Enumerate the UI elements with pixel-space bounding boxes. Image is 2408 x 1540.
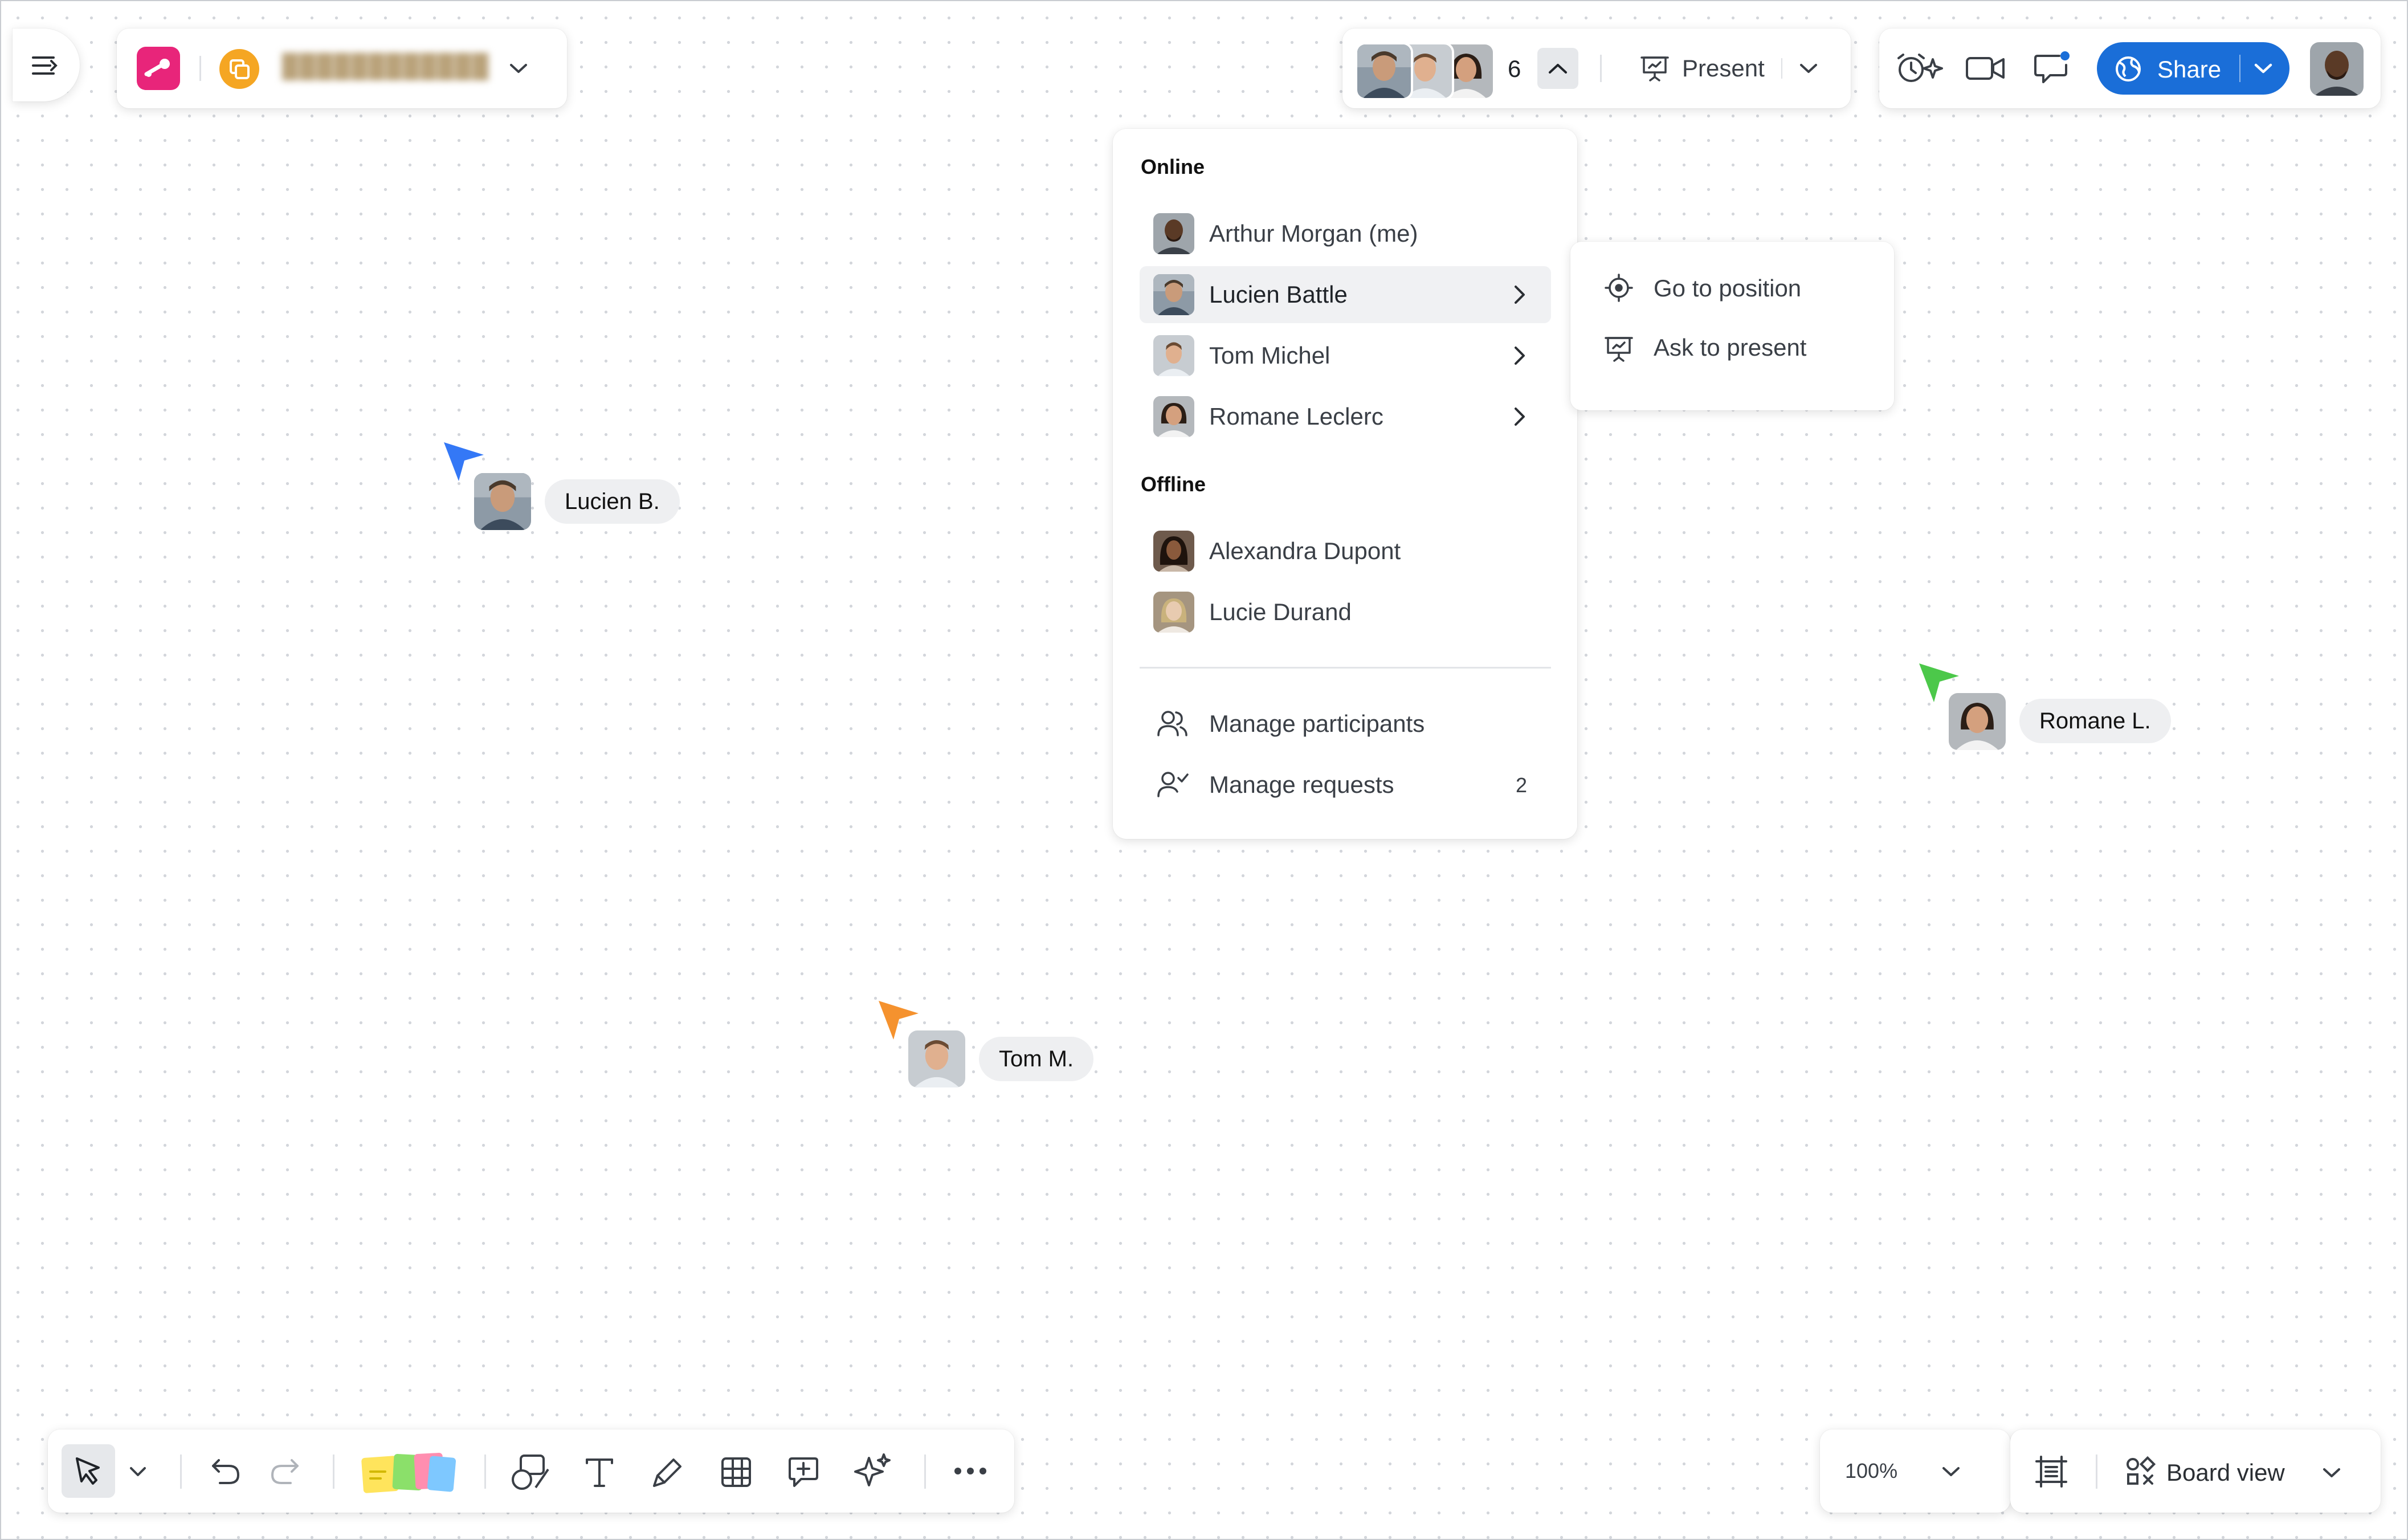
workspace-icon[interactable] [219, 49, 259, 89]
select-tool-chevron-icon[interactable] [126, 1460, 149, 1483]
manage-participants-item[interactable]: Manage participants [1140, 695, 1551, 752]
toolbar-divider [333, 1455, 334, 1489]
avatar [1153, 396, 1194, 437]
offline-section-title: Offline [1141, 472, 1206, 496]
participant-item-alexandra[interactable]: Alexandra Dupont [1140, 523, 1551, 580]
cursor-avatar-lucien [474, 473, 531, 530]
zoom-level[interactable]: 100% [1845, 1459, 1897, 1483]
requests-count-badge: 2 [1516, 773, 1528, 797]
my-profile-avatar[interactable] [2310, 42, 2364, 96]
actions-panel: Share [1879, 28, 2381, 108]
more-icon[interactable] [953, 1458, 988, 1484]
app-logo-icon[interactable] [137, 47, 180, 90]
go-to-position-item[interactable]: Go to position [1582, 259, 1883, 316]
present-divider [1781, 58, 1782, 79]
toolbar-divider [924, 1455, 926, 1489]
pen-tool-icon[interactable] [650, 1452, 686, 1492]
cursor-label-tom: Tom M. [979, 1037, 1094, 1081]
participants-collapse-chevron-icon[interactable] [1537, 48, 1578, 89]
toolbar-divider [484, 1455, 486, 1489]
collab-panel: 6 Present [1342, 28, 1851, 108]
zoom-panel: 100% [1820, 1429, 2010, 1513]
sidebar-toggle-panel[interactable] [13, 28, 80, 101]
board-view-label: Board view [2166, 1459, 2285, 1486]
select-tool-icon[interactable] [62, 1444, 115, 1498]
ask-to-present-label: Ask to present [1654, 334, 1807, 361]
timer-ai-icon[interactable] [1895, 51, 1946, 85]
toolbar-divider [180, 1455, 182, 1489]
board-title-panel: ████████████ [117, 28, 567, 108]
participant-submenu: Go to position Ask to present [1570, 242, 1894, 410]
ai-sparkle-icon[interactable] [852, 1451, 892, 1492]
view-divider [2096, 1455, 2097, 1489]
shapes-tool-icon[interactable] [509, 1452, 553, 1492]
zoom-chevron-icon[interactable] [1940, 1460, 1962, 1483]
board-title-blurred[interactable]: ████████████ [282, 54, 489, 79]
participant-name: Arthur Morgan (me) [1209, 220, 1418, 247]
collab-divider [1600, 55, 1602, 82]
present-icon [1603, 335, 1634, 364]
cursor-label-lucien: Lucien B. [545, 479, 680, 524]
share-label: Share [2157, 56, 2222, 83]
manage-requests-label: Manage requests [1209, 771, 1394, 798]
present-button[interactable]: Present [1682, 55, 1765, 82]
participant-item-arthur[interactable]: Arthur Morgan (me) [1140, 205, 1551, 262]
globe-icon [2114, 55, 2142, 83]
participant-name: Lucie Durand [1209, 598, 1352, 625]
text-tool-icon[interactable] [581, 1452, 618, 1492]
share-options-chevron-icon[interactable] [2252, 58, 2275, 79]
participant-item-romane[interactable]: Romane Leclerc [1140, 388, 1551, 445]
participant-name: Tom Michel [1209, 342, 1330, 369]
manage-requests-item[interactable]: Manage requests 2 [1140, 756, 1551, 813]
chevron-right-icon [1513, 283, 1527, 309]
board-view-button[interactable]: Board view [2124, 1447, 2364, 1496]
participant-avatar-lucien[interactable] [1355, 42, 1413, 100]
cursor-label-romane: Romane L. [2019, 699, 2171, 743]
online-section-title: Online [1141, 155, 1205, 178]
menu-divider [1140, 667, 1551, 669]
frame-icon[interactable] [2033, 1453, 2070, 1490]
users-icon [1157, 709, 1189, 739]
ask-to-present-item[interactable]: Ask to present [1582, 320, 1883, 377]
view-panel: Board view [2010, 1429, 2381, 1513]
table-tool-icon[interactable] [718, 1452, 754, 1492]
undo-icon[interactable] [209, 1455, 243, 1489]
avatar [1153, 531, 1194, 572]
cursor-avatar-romane [1949, 693, 2006, 750]
go-to-position-label: Go to position [1654, 275, 1802, 302]
present-options-chevron-icon[interactable] [1797, 57, 1820, 80]
participant-item-lucien[interactable]: Lucien Battle [1140, 266, 1551, 323]
cursor-avatar-tom [908, 1030, 965, 1087]
crosshair-icon [1605, 274, 1633, 302]
bottom-toolbar [48, 1429, 1014, 1513]
sticky-notes-icon[interactable] [360, 1449, 457, 1497]
avatar [1153, 213, 1194, 254]
comment-tool-icon[interactable] [785, 1452, 822, 1492]
participant-name: Alexandra Dupont [1209, 537, 1401, 564]
board-menu-chevron-icon[interactable] [507, 57, 530, 80]
board-view-icon [2124, 1456, 2156, 1488]
avatar [1153, 335, 1194, 376]
title-divider [199, 56, 201, 81]
sidebar-toggle-icon[interactable] [31, 51, 59, 80]
redo-icon[interactable] [268, 1455, 302, 1489]
avatar [1153, 274, 1194, 315]
participant-item-lucie[interactable]: Lucie Durand [1140, 584, 1551, 641]
video-call-icon[interactable] [1965, 54, 2006, 83]
chevron-right-icon [1513, 344, 1527, 370]
share-divider [2239, 55, 2240, 82]
share-button[interactable]: Share [2097, 42, 2289, 95]
manage-participants-label: Manage participants [1209, 710, 1425, 737]
chevron-right-icon [1513, 405, 1527, 431]
participant-count[interactable]: 6 [1508, 55, 1521, 83]
board-view-chevron-icon [2320, 1461, 2343, 1484]
participant-item-tom[interactable]: Tom Michel [1140, 327, 1551, 384]
avatar [1153, 592, 1194, 633]
comments-icon[interactable] [2033, 50, 2073, 87]
present-icon[interactable] [1639, 55, 1671, 83]
user-check-icon [1157, 770, 1189, 800]
participant-name: Romane Leclerc [1209, 403, 1383, 430]
participant-name: Lucien Battle [1209, 281, 1348, 308]
